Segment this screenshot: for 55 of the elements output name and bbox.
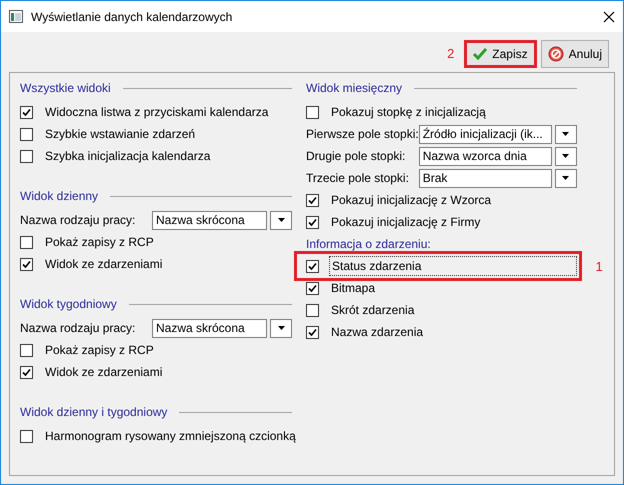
- caret-icon: [562, 176, 570, 180]
- checkbox-label: Widok ze zdarzeniami: [44, 364, 164, 381]
- checkbox[interactable]: [20, 366, 33, 378]
- checkbox[interactable]: [20, 106, 33, 118]
- checkmark-icon: [473, 48, 488, 60]
- checkbox[interactable]: [306, 106, 319, 118]
- section-heading: Wszystkie widoki: [20, 80, 111, 97]
- field-label: Trzecie pole stopki:: [306, 170, 410, 187]
- checkbox-label: Status zdarzenia: [329, 256, 577, 276]
- prohibited-icon: [548, 46, 564, 62]
- cancel-button[interactable]: Anuluj: [540, 40, 609, 68]
- checkbox[interactable]: [306, 194, 319, 206]
- caret-icon: [278, 326, 284, 330]
- window-title: Wyświetlanie danych kalendarzowych: [31, 8, 234, 26]
- checkbox[interactable]: [20, 150, 33, 162]
- subheading: Informacja o zdarzeniu:: [306, 236, 432, 253]
- section-heading: Widok dzienny i tygodniowy: [20, 404, 168, 421]
- caret-icon: [278, 218, 284, 222]
- section-heading: Widok dzienny: [20, 188, 98, 205]
- annotation-number: 2: [447, 45, 454, 64]
- checkbox[interactable]: [306, 260, 319, 272]
- checkbox-label: Skrót zdarzenia: [330, 302, 416, 319]
- field-label: Nazwa rodzaju pracy:: [20, 212, 136, 229]
- checkbox-label: Pokazuj inicjalizację z Firmy: [330, 214, 482, 231]
- checkbox-label: Pokazuj stopkę z inicjalizacją: [330, 104, 487, 121]
- checkbox-label: Widok ze zdarzeniami: [44, 256, 164, 273]
- checkbox[interactable]: [20, 236, 33, 248]
- checkbox[interactable]: [20, 128, 33, 140]
- checkbox[interactable]: [20, 258, 33, 270]
- window-icon: [9, 10, 23, 23]
- checkbox-label: Harmonogram rysowany zmniejszoną czcionką: [44, 428, 297, 445]
- checkbox-label: Szybkie wstawianie zdarzeń: [44, 126, 196, 143]
- field-label: Pierwsze pole stopki:: [306, 126, 419, 143]
- checkbox[interactable]: [306, 282, 319, 294]
- save-button[interactable]: Zapisz: [464, 40, 537, 68]
- section-heading: Widok miesięczny: [306, 80, 402, 97]
- checkbox-label: Pokaż zapisy z RCP: [44, 234, 155, 251]
- close-icon[interactable]: [603, 10, 615, 22]
- checkbox-label: Pokazuj inicjalizację z Wzorca: [330, 192, 492, 209]
- checkbox[interactable]: [306, 304, 319, 316]
- checkbox[interactable]: [20, 430, 33, 442]
- checkbox-label: Bitmapa: [330, 280, 376, 297]
- checkbox-label: Pokaż zapisy z RCP: [44, 342, 155, 359]
- checkbox[interactable]: [20, 344, 33, 356]
- annotation-number: 1: [595, 258, 603, 276]
- caret-icon: [562, 154, 570, 158]
- checkbox-label: Szybka inicjalizacja kalendarza: [44, 148, 212, 165]
- section-heading: Widok tygodniowy: [20, 296, 117, 313]
- checkbox-label: Nazwa zdarzenia: [330, 324, 424, 341]
- checkbox[interactable]: [306, 326, 319, 338]
- field-label: Drugie pole stopki:: [306, 148, 406, 165]
- checkbox-label: Widoczna listwa z przyciskami kalendarza: [44, 104, 270, 121]
- field-label: Nazwa rodzaju pracy:: [20, 320, 136, 337]
- checkbox[interactable]: [306, 216, 319, 228]
- caret-icon: [562, 132, 570, 136]
